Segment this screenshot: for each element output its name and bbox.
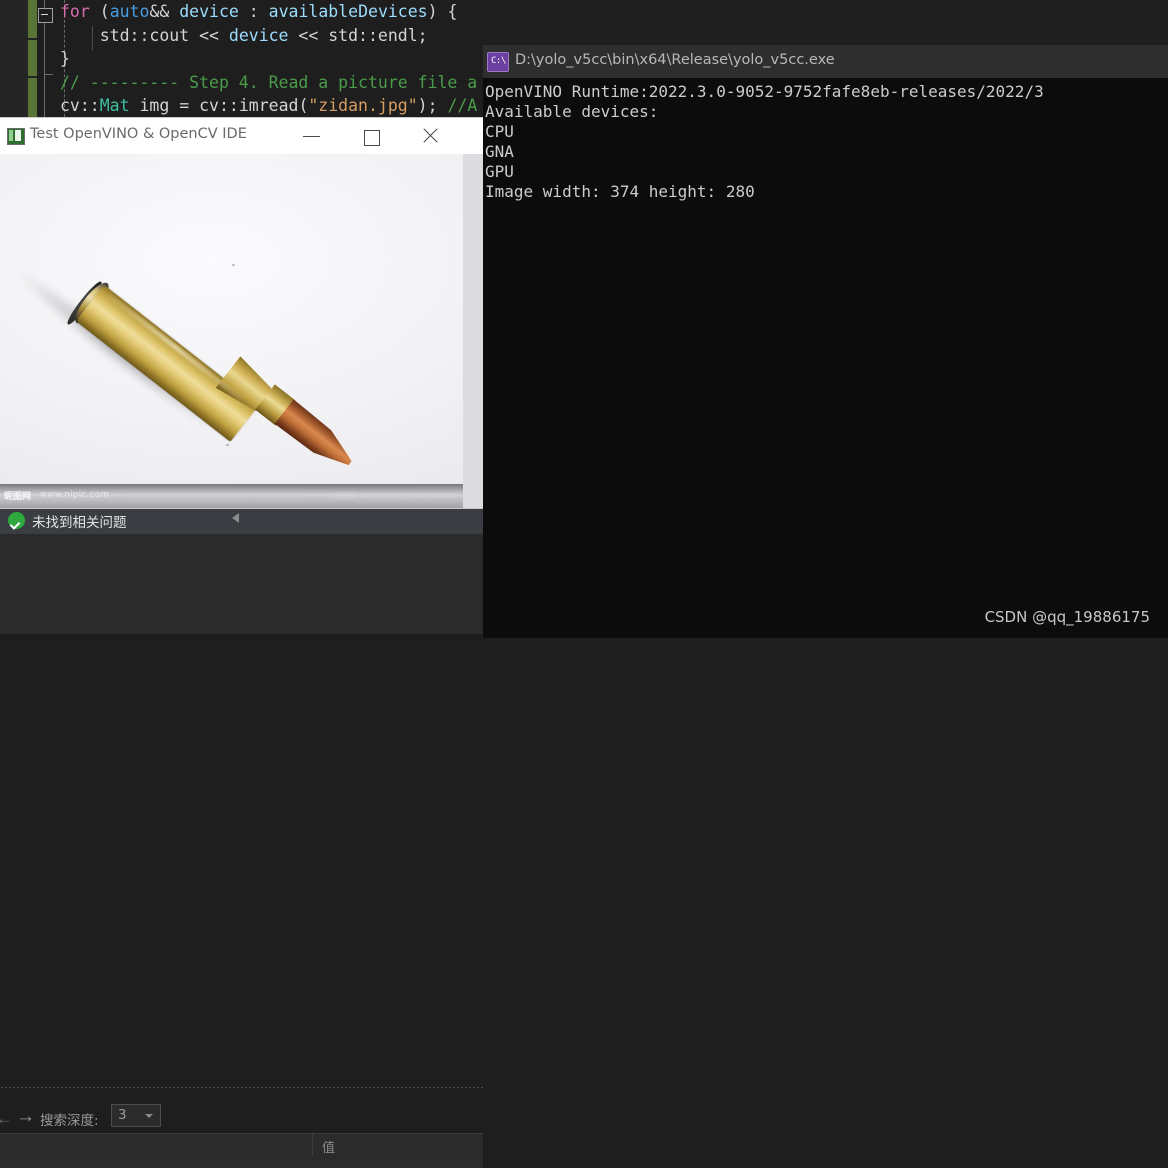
case-body [75, 284, 259, 442]
photo-watermark-id: 昵图网 No.20120923151423484000 [334, 492, 457, 500]
nav-prev-icon[interactable]: ← [0, 1109, 13, 1129]
cmd-icon: C:\ [487, 52, 509, 72]
minimize-button[interactable] [291, 118, 337, 154]
check-circle-icon [8, 512, 25, 529]
console-output-line: Available devices: [485, 102, 659, 121]
code-token: Mat [99, 96, 130, 115]
viewer-window-title: Test OpenVINO & OpenCV IDE [30, 126, 247, 142]
photo-speck [232, 264, 235, 266]
console-output-line: OpenVINO Runtime:2022.3.0-9052-9752fafe8… [485, 82, 1044, 101]
code-token: // --------- Step 4. Read a picture file… [60, 72, 478, 92]
fold-guide-tick [44, 74, 53, 75]
csdn-watermark: CSDN @qq_19886175 [984, 608, 1150, 626]
code-token: std::cout << [60, 25, 229, 45]
problems-status-strip: 未找到相关问题 [0, 505, 483, 535]
code-token: img = cv::imread( [129, 96, 309, 115]
bullet-photo: 昵图网 www.nipic.com 昵图网 No.201209231514234… [0, 154, 463, 508]
collapse-region-icon[interactable] [38, 8, 53, 23]
code-line: for (auto&& device : availableDevices) { [60, 0, 1168, 24]
image-window-icon [7, 128, 25, 145]
maximize-button[interactable] [349, 118, 395, 154]
console-window-title: D:\yolo_v5cc\bin\x64\Release\yolo_v5cc.e… [515, 52, 835, 68]
console-output[interactable]: OpenVINO Runtime:2022.3.0-9052-9752fafe8… [483, 78, 1168, 638]
column-header-value: 值 [322, 1141, 336, 1156]
photo-watermark-logo: 昵图网 [4, 491, 32, 501]
console-window[interactable]: C:\ D:\yolo_v5cc\bin\x64\Release\yolo_v5… [483, 45, 1168, 638]
results-column-header [0, 1133, 483, 1159]
close-button[interactable] [408, 118, 454, 154]
code-token: "zidan.jpg" [308, 96, 418, 115]
cartridge-graphic [64, 218, 370, 508]
viewer-client-area: 昵图网 www.nipic.com 昵图网 No.201209231514234… [0, 154, 463, 508]
search-tool-panel: ← → 搜索深度: 3 值 [0, 534, 483, 1168]
bullet-tip [274, 399, 359, 475]
console-titlebar[interactable]: C:\ D:\yolo_v5cc\bin\x64\Release\yolo_v5… [483, 45, 1168, 78]
code-token: << std::endl; [288, 25, 428, 45]
code-token: for [60, 2, 100, 21]
panel-divider [0, 1086, 483, 1088]
code-token: availableDevices [268, 2, 428, 21]
console-output-line: GNA [485, 142, 514, 161]
console-output-line: Image width: 374 height: 280 [485, 182, 755, 201]
viewer-scrollbar[interactable] [463, 154, 483, 508]
code-token: ) { [427, 2, 458, 21]
code-token: device [179, 2, 239, 21]
code-token: } [60, 49, 70, 68]
code-line: std::cout << device << std::endl; [60, 24, 1168, 48]
problems-status-text: 未找到相关问题 [32, 515, 127, 531]
code-token: auto [109, 2, 150, 21]
search-depth-select[interactable]: 3 [111, 1104, 161, 1127]
viewer-titlebar[interactable]: Test OpenVINO & OpenCV IDE [0, 118, 483, 154]
code-token: && [149, 2, 180, 21]
code-token: ); [417, 96, 448, 115]
console-output-line: GPU [485, 162, 514, 181]
column-separator[interactable] [312, 1134, 313, 1156]
panel-footer [0, 1157, 483, 1168]
console-output-line: CPU [485, 122, 514, 141]
image-viewer-window[interactable]: Test OpenVINO & OpenCV IDE 昵图网 www.nipic… [0, 118, 483, 508]
code-token: : [238, 2, 269, 21]
chevron-down-icon [145, 1114, 153, 1118]
cmd-icon-text: C:\ [491, 56, 506, 66]
search-depth-value: 3 [118, 1107, 127, 1123]
photo-speck [226, 444, 229, 446]
nav-next-icon[interactable]: → [16, 1106, 35, 1128]
photo-watermark-url: www.nipic.com [40, 490, 110, 500]
code-token: cv:: [60, 96, 100, 115]
code-token: ( [99, 2, 110, 21]
collapse-left-icon[interactable] [232, 513, 239, 523]
code-token: device [228, 25, 289, 45]
search-depth-label: 搜索深度: [40, 1113, 99, 1129]
code-token: //A [447, 96, 478, 115]
